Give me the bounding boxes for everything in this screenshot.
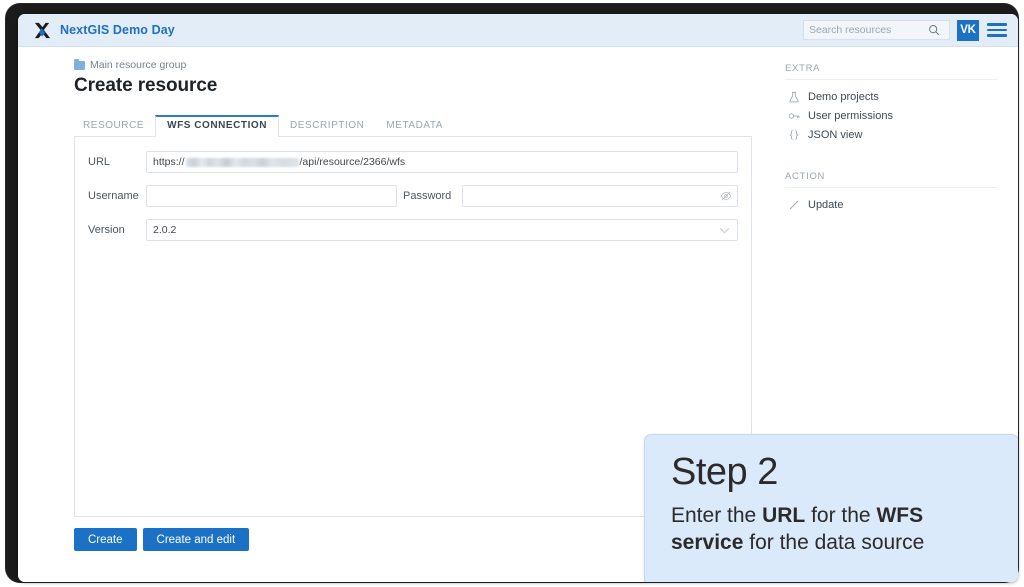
url-row: URL https:// /api/resource/2366/wfs <box>88 151 738 173</box>
tab-bar: RESOURCE WFS CONNECTION DESCRIPTION META… <box>74 113 752 137</box>
tab-resource[interactable]: RESOURCE <box>74 116 155 136</box>
app-header: NextGIS Demo Day VK <box>18 14 1018 47</box>
hamburger-menu-icon[interactable] <box>986 20 1008 40</box>
username-label: Username <box>88 190 139 202</box>
header-actions: VK <box>803 19 1008 41</box>
folder-icon <box>74 58 85 70</box>
callout-step-heading: Step 2 <box>671 451 778 493</box>
credentials-row: Username Password <box>88 185 738 207</box>
search-box[interactable] <box>803 20 950 40</box>
url-value: https:// /api/resource/2366/wfs <box>153 156 405 168</box>
url-suffix: /api/resource/2366/wfs <box>299 156 406 168</box>
version-value: 2.0.2 <box>153 224 177 236</box>
create-and-edit-button[interactable]: Create and edit <box>142 528 250 551</box>
callout-text-wfs: WFS <box>876 504 924 527</box>
page-body: Main resource group Create resource RESO… <box>18 47 1018 582</box>
create-button[interactable]: Create <box>74 528 137 551</box>
sidebar-item-label: User permissions <box>808 110 893 122</box>
action-section-title: ACTION <box>785 171 998 188</box>
url-prefix: https:// <box>153 156 185 168</box>
tab-description[interactable]: DESCRIPTION <box>279 116 375 136</box>
brand-title[interactable]: NextGIS Demo Day <box>60 23 175 37</box>
browser-window: NextGIS Demo Day VK <box>18 14 1018 582</box>
username-field[interactable] <box>146 185 397 207</box>
callout-text-url: URL <box>762 504 806 527</box>
search-input[interactable] <box>804 21 922 39</box>
callout-text-2: for the <box>805 504 877 527</box>
callout-text-3: for the data source <box>743 530 925 554</box>
password-input[interactable] <box>469 186 731 206</box>
url-input[interactable]: https:// /api/resource/2366/wfs <box>146 151 738 173</box>
tab-metadata[interactable]: METADATA <box>375 116 454 136</box>
password-field[interactable] <box>462 185 738 207</box>
search-icon[interactable] <box>922 21 946 39</box>
url-label: URL <box>88 156 111 168</box>
password-label: Password <box>403 190 452 202</box>
step-callout: Step 2 Enter the URL for the WFS service… <box>644 434 1018 582</box>
sidebar-item-user-permissions[interactable]: User permissions <box>785 107 998 126</box>
key-icon <box>788 110 800 122</box>
version-label: Version <box>88 224 125 236</box>
url-redacted-domain <box>185 157 299 167</box>
sidebar-item-json-view[interactable]: JSON view <box>785 126 998 145</box>
callout-text-1: Enter the <box>671 504 763 527</box>
pencil-icon <box>788 199 800 211</box>
eye-off-icon[interactable] <box>720 190 732 202</box>
page-title: Create resource <box>74 75 218 96</box>
nextgis-x-logo[interactable] <box>30 18 54 42</box>
breadcrumb-label: Main resource group <box>90 59 187 71</box>
sidebar-item-demo-projects[interactable]: Demo projects <box>785 88 998 107</box>
sidebar-item-label: Demo projects <box>808 91 879 103</box>
flask-icon <box>788 91 800 103</box>
avatar[interactable]: VK <box>957 19 979 41</box>
sidebar-item-label: Update <box>808 199 844 211</box>
sidebar-item-update[interactable]: Update <box>785 196 998 215</box>
braces-icon <box>788 129 800 141</box>
sidebar-item-label: JSON view <box>808 129 863 141</box>
callout-body: Enter the URL for the WFS service for th… <box>671 503 994 557</box>
breadcrumb[interactable]: Main resource group <box>74 58 752 71</box>
device-frame: NextGIS Demo Day VK <box>6 4 1018 582</box>
version-row: Version 2.0.2 <box>88 219 738 241</box>
chevron-down-icon <box>719 221 730 239</box>
tab-wfs-connection[interactable]: WFS CONNECTION <box>155 115 279 137</box>
username-input[interactable] <box>153 186 390 206</box>
version-select[interactable]: 2.0.2 <box>146 219 738 241</box>
callout-text-service: service <box>671 530 744 554</box>
extra-section-title: EXTRA <box>785 63 998 80</box>
